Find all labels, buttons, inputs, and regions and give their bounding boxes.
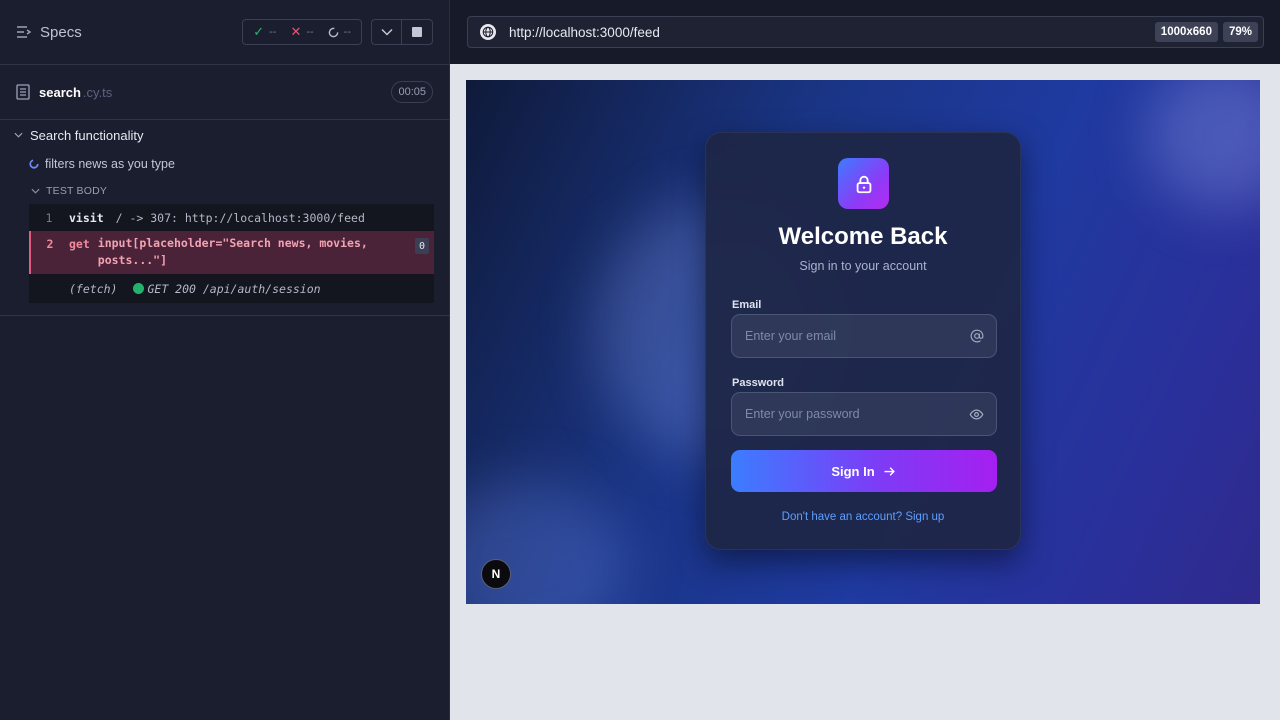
email-field[interactable]	[731, 314, 997, 358]
fetch-prefix: (fetch)	[69, 281, 118, 296]
specs-list-icon	[17, 26, 32, 38]
command-number: 2	[46, 237, 54, 251]
command-row[interactable]: 1 visit / -> 307: http://localhost:3000/…	[29, 204, 434, 231]
spec-extension: .cy.ts	[82, 84, 113, 100]
chevron-down-icon	[380, 28, 393, 36]
email-label: Email	[732, 299, 762, 311]
test-row[interactable]: filters news as you type	[0, 150, 449, 178]
fetch-message: GET 200 /api/auth/session	[147, 281, 321, 296]
chevron-down-icon	[31, 188, 40, 194]
app-viewport: Welcome Back Sign in to your account Ema…	[466, 80, 1260, 604]
test-title: filters news as you type	[45, 157, 175, 171]
stop-button[interactable]	[402, 19, 433, 45]
command-name: get	[69, 237, 90, 251]
eye-icon[interactable]	[969, 407, 984, 422]
reporter-header: Specs ✓ -- ✕ -- --	[0, 0, 449, 65]
aut-panel: http://localhost:3000/feed 1000x660 79% …	[450, 0, 1280, 720]
spec-duration: 00:05	[391, 81, 433, 103]
test-body-label: TEST BODY	[46, 185, 108, 197]
command-row-failed[interactable]: 2 get input[placeholder="Search news, mo…	[29, 231, 434, 274]
suite-title: Search functionality	[30, 127, 144, 143]
sign-in-button[interactable]: Sign In	[731, 450, 997, 492]
reporter-panel: Specs ✓ -- ✕ -- -- search .cy.ts 00:05 S…	[0, 0, 450, 720]
aut-header: http://localhost:3000/feed 1000x660 79%	[450, 0, 1280, 64]
password-field[interactable]	[731, 392, 997, 436]
login-subtitle: Sign in to your account	[799, 259, 927, 273]
pending-count: --	[343, 26, 351, 38]
test-stats: ✓ -- ✕ -- --	[242, 19, 362, 45]
check-icon: ✓	[253, 24, 265, 39]
failed-stat: ✕ --	[290, 24, 313, 40]
command-number: 1	[45, 210, 53, 225]
password-input[interactable]	[745, 407, 969, 421]
zoom-badge[interactable]: 79%	[1222, 22, 1258, 42]
pending-spinner-icon	[328, 27, 339, 37]
fetch-row[interactable]: (fetch) GET 200 /api/auth/session	[29, 274, 434, 303]
login-title: Welcome Back	[778, 223, 948, 250]
stop-icon	[412, 27, 422, 37]
at-sign-icon	[970, 329, 984, 343]
command-message: input[placeholder="Search news, movies, …	[97, 236, 368, 267]
options-dropdown-button[interactable]	[371, 19, 402, 45]
pending-stat: --	[328, 26, 351, 38]
lock-icon	[838, 158, 889, 209]
divider	[0, 315, 450, 316]
status-dot-icon	[133, 283, 145, 294]
command-log: 1 visit / -> 307: http://localhost:3000/…	[29, 204, 434, 303]
viewport-size-badge[interactable]: 1000x660	[1154, 22, 1218, 42]
passed-count: --	[269, 26, 277, 38]
nextjs-dev-badge[interactable]: N	[481, 559, 511, 589]
password-label: Password	[732, 377, 784, 389]
command-name: visit	[69, 210, 104, 225]
element-count-badge: 0	[415, 238, 429, 254]
email-input[interactable]	[745, 329, 970, 343]
url-text: http://localhost:3000/feed	[509, 24, 660, 40]
background-glow	[1146, 80, 1260, 210]
spec-file-row[interactable]: search .cy.ts 00:05	[0, 65, 449, 120]
spec-name: search	[39, 84, 81, 100]
x-icon: ✕	[290, 24, 302, 39]
arrow-right-icon	[884, 466, 895, 476]
run-controls	[371, 19, 433, 45]
specs-button[interactable]: Specs	[16, 24, 82, 41]
document-icon	[16, 84, 30, 100]
running-spinner-icon	[29, 159, 39, 169]
test-body-header[interactable]: TEST BODY	[0, 178, 449, 204]
sign-in-label: Sign In	[831, 463, 875, 479]
chevron-down-icon	[14, 132, 23, 138]
specs-label: Specs	[40, 23, 82, 41]
sign-up-link[interactable]: Don't have an account? Sign up	[706, 511, 1020, 523]
passed-stat: ✓ --	[253, 24, 276, 40]
login-card: Welcome Back Sign in to your account Ema…	[705, 132, 1021, 550]
url-bar[interactable]: http://localhost:3000/feed 1000x660 79%	[467, 16, 1264, 48]
suite-row[interactable]: Search functionality	[0, 120, 449, 150]
globe-icon	[480, 24, 496, 40]
command-message: / -> 307: http://localhost:3000/feed	[115, 210, 365, 225]
failed-count: --	[306, 26, 314, 38]
